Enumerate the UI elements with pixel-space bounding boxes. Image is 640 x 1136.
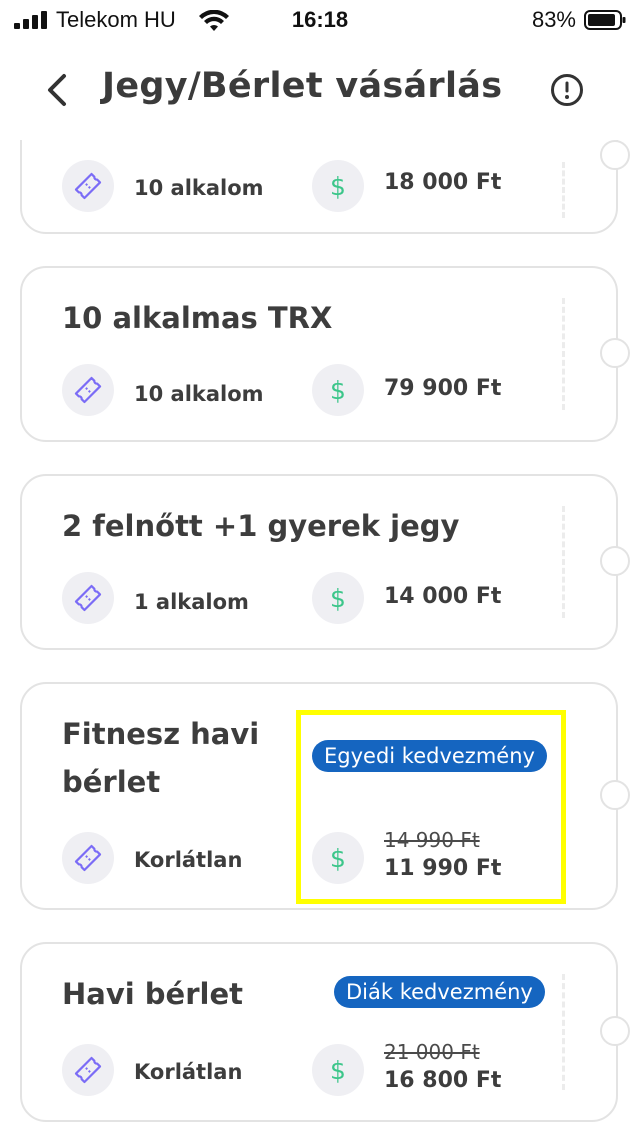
highlight-box bbox=[296, 710, 566, 904]
ticket-icon bbox=[62, 1044, 114, 1096]
ticket-icon bbox=[62, 572, 114, 624]
dollar-icon: $ bbox=[312, 1044, 364, 1096]
uses-label: 10 alkalom bbox=[134, 176, 264, 200]
discount-badge: Diák kedvezmény bbox=[334, 976, 545, 1008]
back-arrow-icon[interactable] bbox=[40, 70, 76, 110]
dollar-icon: $ bbox=[312, 364, 364, 416]
ticket-title: Havi bérlet bbox=[62, 977, 243, 1011]
original-price: 21 000 Ft bbox=[384, 1040, 480, 1064]
ticket-card[interactable]: 10 alkalmas TRX 10 alkalom $ 79 900 Ft bbox=[20, 266, 630, 442]
price-label: 79 900 Ft bbox=[384, 376, 502, 401]
svg-text:$: $ bbox=[330, 1056, 346, 1084]
ticket-title: 10 alkalmas TRX bbox=[62, 301, 333, 335]
uses-label: Korlátlan bbox=[134, 848, 243, 872]
nav-header: Jegy/Bérlet vásárlás bbox=[0, 40, 640, 140]
ticket-title: Fitnesz havi bérlet bbox=[62, 710, 259, 806]
info-icon[interactable] bbox=[550, 73, 584, 107]
price-label: 16 800 Ft bbox=[384, 1068, 502, 1093]
page-title: Jegy/Bérlet vásárlás bbox=[102, 66, 503, 106]
price-label: 14 000 Ft bbox=[384, 584, 502, 609]
svg-text:$: $ bbox=[330, 376, 346, 404]
battery-icon bbox=[584, 10, 626, 30]
ticket-title: 2 felnőtt +1 gyerek jegy bbox=[62, 509, 460, 543]
svg-text:$: $ bbox=[330, 172, 346, 200]
dollar-icon: $ bbox=[312, 160, 364, 212]
ticket-list[interactable]: 10 alkalom $ 18 000 Ft 10 alkalmas TRX 1… bbox=[0, 140, 640, 1136]
uses-label: Korlátlan bbox=[134, 1060, 243, 1084]
dollar-icon: $ bbox=[312, 572, 364, 624]
price-label: 18 000 Ft bbox=[384, 170, 502, 195]
ticket-card[interactable]: 2 felnőtt +1 gyerek jegy 1 alkalom $ 14 … bbox=[20, 474, 630, 650]
uses-label: 1 alkalom bbox=[134, 590, 249, 614]
status-bar: Telekom HU 16:18 83% bbox=[0, 0, 640, 40]
ticket-icon bbox=[62, 832, 114, 884]
ticket-icon bbox=[62, 160, 114, 212]
svg-text:$: $ bbox=[330, 584, 346, 612]
ticket-card[interactable]: Havi bérlet Diák kedvezmény Korlátlan $ … bbox=[20, 942, 630, 1122]
ticket-icon bbox=[62, 364, 114, 416]
uses-label: 10 alkalom bbox=[134, 382, 264, 406]
ticket-card[interactable]: 10 alkalom $ 18 000 Ft bbox=[20, 140, 630, 234]
ticket-title-line: Fitnesz havi bbox=[62, 717, 260, 751]
ticket-title-line: bérlet bbox=[62, 765, 161, 799]
battery-percentage: 83% bbox=[531, 7, 576, 32]
